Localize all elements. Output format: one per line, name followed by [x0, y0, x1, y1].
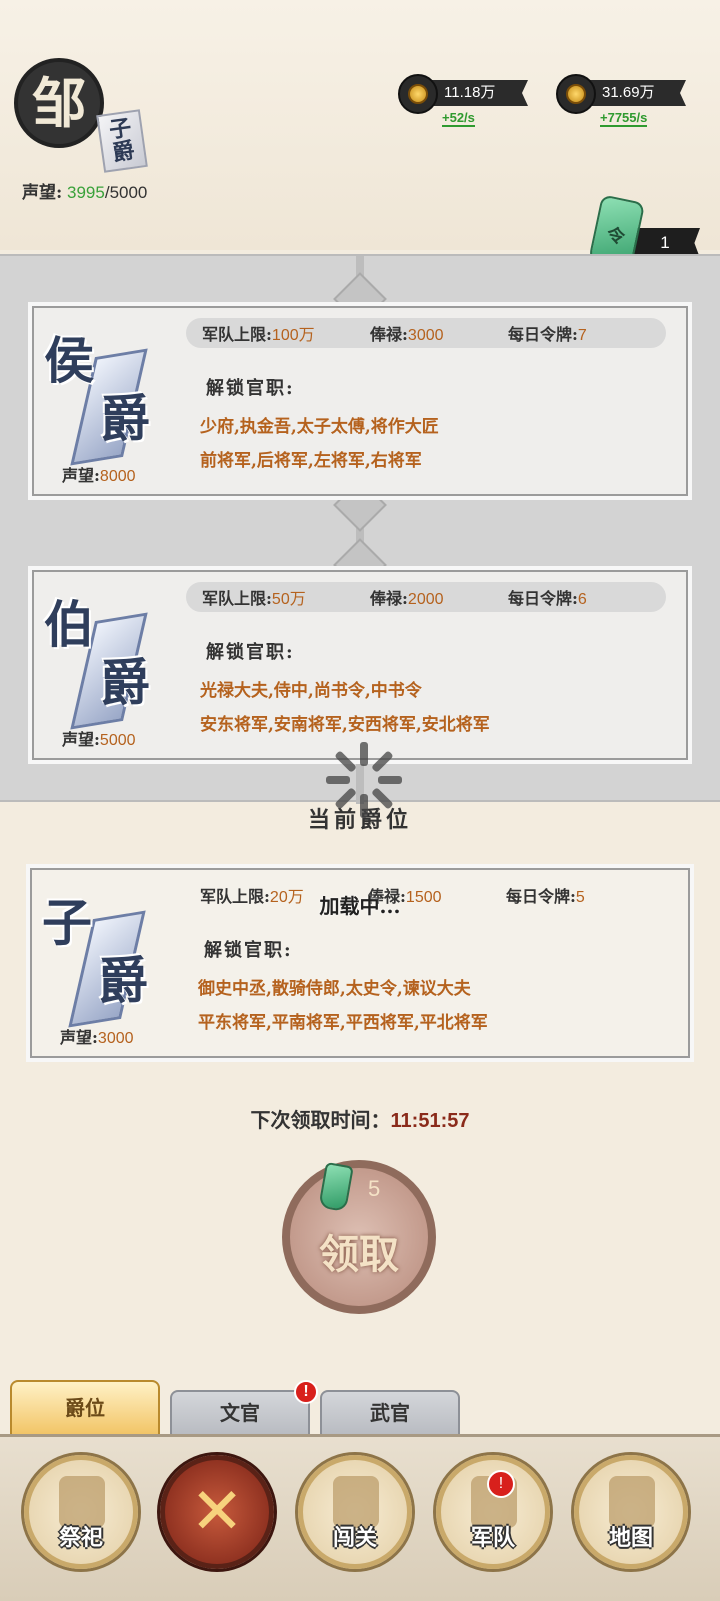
stat-value: 2000 — [407, 591, 444, 608]
stat-label: 军队上限: — [202, 325, 272, 344]
loading-spinner-icon — [324, 740, 404, 820]
loading-text: 加载中... — [319, 894, 401, 918]
loading-indicator: 加载中... — [290, 740, 430, 918]
resource-value: 31.69万 — [586, 80, 686, 106]
unlock-title: 解锁官职: — [206, 642, 295, 663]
stat-row: 军队上限:50万 俸禄:2000 每日令牌:6 — [186, 582, 666, 612]
timer-value: 11:51:57 — [390, 1110, 470, 1132]
prestige-readout: 声望: 3995/5000 — [22, 178, 147, 203]
stat-value: 3000 — [407, 327, 444, 344]
card-prestige: 声望:8000 — [62, 466, 136, 485]
rank-card-marquis: 侯 爵 军队上限:100万 俸禄:3000 每日令牌:7 解锁官职: 少府,执金… — [28, 302, 692, 500]
tab-civil-officials[interactable]: 文官 ! — [170, 1380, 318, 1434]
stat-label: 军队上限: — [202, 589, 272, 608]
nav-label: 军队 — [470, 1525, 515, 1551]
title-char-2: 爵 — [110, 137, 137, 167]
nav-stages[interactable]: 闯关 — [298, 1455, 412, 1569]
emblem-char-2: 爵 — [100, 389, 150, 448]
next-claim-timer: 下次领取时间：11:51:57 — [0, 1104, 720, 1133]
emblem-char-1: 伯 — [44, 595, 94, 654]
claim-button[interactable]: 5 领取 — [282, 1160, 436, 1314]
stat-label: 军队上限: — [200, 887, 270, 906]
nav-label: 闯关 — [332, 1525, 377, 1551]
prestige-max: /5000 — [104, 183, 148, 202]
unlock-line: 光禄大夫,侍中,尚书令,中书令 — [200, 681, 422, 701]
stat-value: 50万 — [271, 591, 306, 608]
stat-value: 6 — [577, 591, 587, 608]
rank-badge[interactable]: 邹 — [14, 58, 104, 148]
stat-label: 每日令牌: — [508, 325, 578, 344]
unlock-line: 前将军,后将军,左将军,右将军 — [200, 451, 422, 471]
title-plate: 子 爵 — [96, 109, 148, 173]
rank-char: 邹 — [32, 71, 86, 135]
nav-sacrifice[interactable]: 祭祀 — [24, 1455, 138, 1569]
resource-rate: +7755/s — [600, 110, 648, 127]
unlock-title: 解锁官职: — [206, 378, 295, 399]
alert-badge-icon: ! — [487, 1470, 515, 1498]
unlock-line: 御史中丞,散骑侍郎,太史令,谏议大夫 — [198, 979, 471, 999]
tab-military-officials[interactable]: 武官 — [320, 1390, 460, 1434]
nav-army[interactable]: ! 军队 — [436, 1455, 550, 1569]
nav-label: 地图 — [608, 1525, 653, 1551]
unlock-line: 安东将军,安南将军,安西将军,安北将军 — [200, 715, 490, 735]
close-icon: ✕ — [190, 1475, 244, 1549]
bottom-nav: 祭祀 ✕ 闯关 ! 军队 地图 — [0, 1434, 720, 1601]
alert-badge-icon: ! — [294, 1380, 318, 1404]
coin-icon — [556, 74, 596, 114]
stat-row: 军队上限:100万 俸禄:3000 每日令牌:7 — [186, 318, 666, 348]
nav-map[interactable]: 地图 — [574, 1455, 688, 1569]
close-button[interactable]: ✕ — [160, 1455, 274, 1569]
grain-icon — [398, 74, 438, 114]
stat-value: 7 — [577, 327, 587, 344]
header: 邹 子 爵 声望: 3995/5000 11.18万 +52/s 31.69万 … — [0, 0, 720, 276]
unlock-line: 平东将军,平南将军,平西将军,平北将军 — [198, 1013, 488, 1033]
card-prestige: 声望:3000 — [60, 1028, 134, 1047]
rank-emblem: 侯 爵 — [44, 331, 174, 466]
unlock-title: 解锁官职: — [204, 940, 293, 961]
rank-list[interactable]: 侯 爵 军队上限:100万 俸禄:3000 每日令牌:7 解锁官职: 少府,执金… — [0, 254, 720, 804]
stat-value: 100万 — [271, 327, 315, 344]
rank-emblem: 子 爵 — [42, 893, 172, 1028]
nav-label: 祭祀 — [58, 1525, 103, 1551]
rank-emblem: 伯 爵 — [44, 595, 174, 730]
prestige-current: 3995 — [67, 183, 105, 202]
jade-token-icon — [318, 1161, 354, 1213]
unlock-line: 少府,执金吾,太子太傅,将作大匠 — [200, 417, 439, 437]
resource-rate: +52/s — [442, 110, 475, 127]
rank-card-earl: 伯 爵 军队上限:50万 俸禄:2000 每日令牌:6 解锁官职: 光禄大夫,侍… — [28, 566, 692, 764]
claim-label: 领取 — [319, 1231, 399, 1278]
emblem-char-2: 爵 — [100, 653, 150, 712]
resource-value: 11.18万 — [428, 80, 528, 106]
claim-count: 5 — [368, 1176, 381, 1201]
emblem-char-2: 爵 — [98, 951, 148, 1010]
prestige-label: 声望: — [22, 183, 63, 203]
token-char: 令 — [604, 224, 627, 249]
stat-label: 俸禄: — [370, 325, 408, 344]
emblem-char-1: 侯 — [44, 331, 94, 390]
stat-label: 每日令牌: — [508, 589, 578, 608]
card-prestige: 声望:5000 — [62, 730, 136, 749]
emblem-char-1: 子 — [42, 893, 92, 952]
timer-label: 下次领取时间： — [250, 1108, 391, 1132]
stat-label: 俸禄: — [370, 589, 408, 608]
tab-peerage[interactable]: 爵位 — [10, 1380, 160, 1434]
stat-label: 每日令牌: — [506, 887, 576, 906]
tab-bar: 爵位 文官 ! 武官 — [0, 1378, 720, 1434]
stat-value: 5 — [575, 889, 585, 906]
